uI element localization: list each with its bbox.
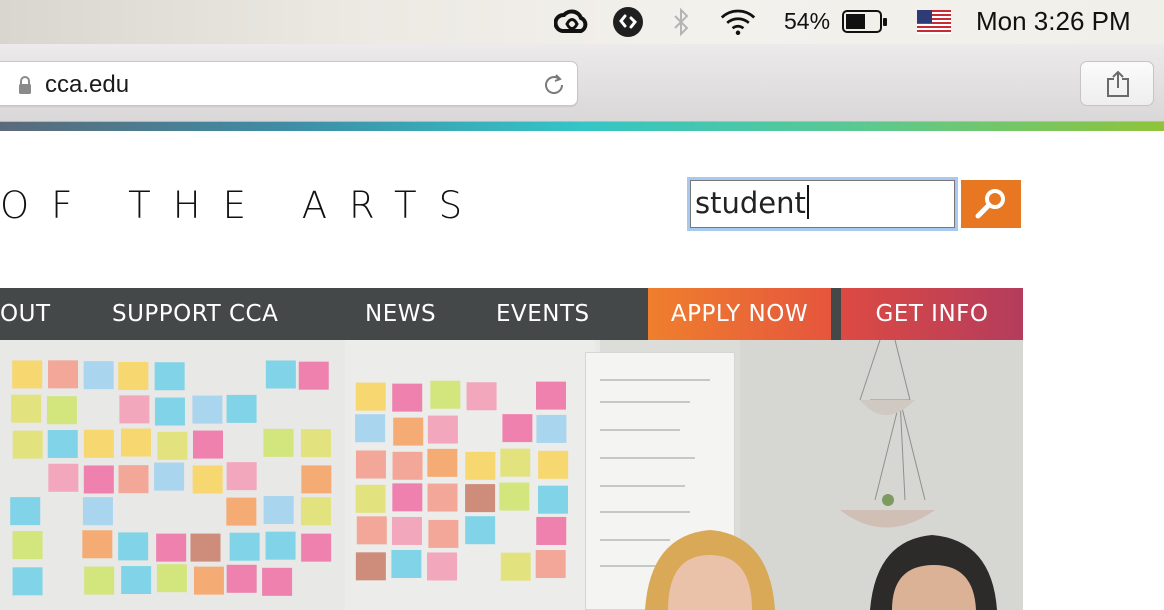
text-caret xyxy=(806,185,809,219)
reload-icon[interactable] xyxy=(541,72,567,98)
battery-percent: 54% xyxy=(784,8,831,34)
main-nav: OUT SUPPORT CCA NEWS EVENTS APPLY NOW GE… xyxy=(0,288,1023,340)
clock[interactable]: Mon 3:26 PM xyxy=(976,6,1131,37)
search-input-value: student xyxy=(695,186,806,220)
search-button[interactable] xyxy=(961,180,1021,228)
hero-details xyxy=(600,340,997,610)
nav-item-news[interactable]: NEWS xyxy=(365,288,436,340)
browser-toolbar: cca.edu xyxy=(0,44,1164,122)
get-info-button[interactable]: GET INFO xyxy=(841,288,1023,340)
nav-item-events[interactable]: EVENTS xyxy=(496,288,590,340)
lock-icon xyxy=(19,76,31,94)
nav-item-about[interactable]: OUT xyxy=(0,288,51,340)
wifi-icon[interactable] xyxy=(720,7,756,37)
share-button[interactable] xyxy=(1080,61,1154,106)
get-info-label: GET INFO xyxy=(875,301,989,327)
apply-now-button[interactable]: APPLY NOW xyxy=(648,288,831,340)
menu-bar: 54% Mon 3:26 PM xyxy=(0,0,1164,44)
creative-cloud-icon[interactable] xyxy=(554,7,590,37)
site-logo-text[interactable]: OF THE ARTS xyxy=(0,184,484,227)
search-icon xyxy=(975,189,1005,219)
us-flag-icon[interactable] xyxy=(916,7,952,37)
url-text: cca.edu xyxy=(45,71,130,98)
bluetooth-icon[interactable] xyxy=(663,7,699,37)
nav-item-support-cca[interactable]: SUPPORT CCA xyxy=(112,288,278,340)
hero-image xyxy=(0,340,1023,610)
battery-icon[interactable] xyxy=(842,7,888,37)
shazam-icon[interactable] xyxy=(610,7,646,37)
brand-stripe xyxy=(0,122,1164,131)
share-icon xyxy=(1107,70,1129,97)
address-bar[interactable]: cca.edu xyxy=(0,61,578,106)
apply-now-label: APPLY NOW xyxy=(670,301,809,327)
search-input[interactable]: student xyxy=(687,177,958,231)
